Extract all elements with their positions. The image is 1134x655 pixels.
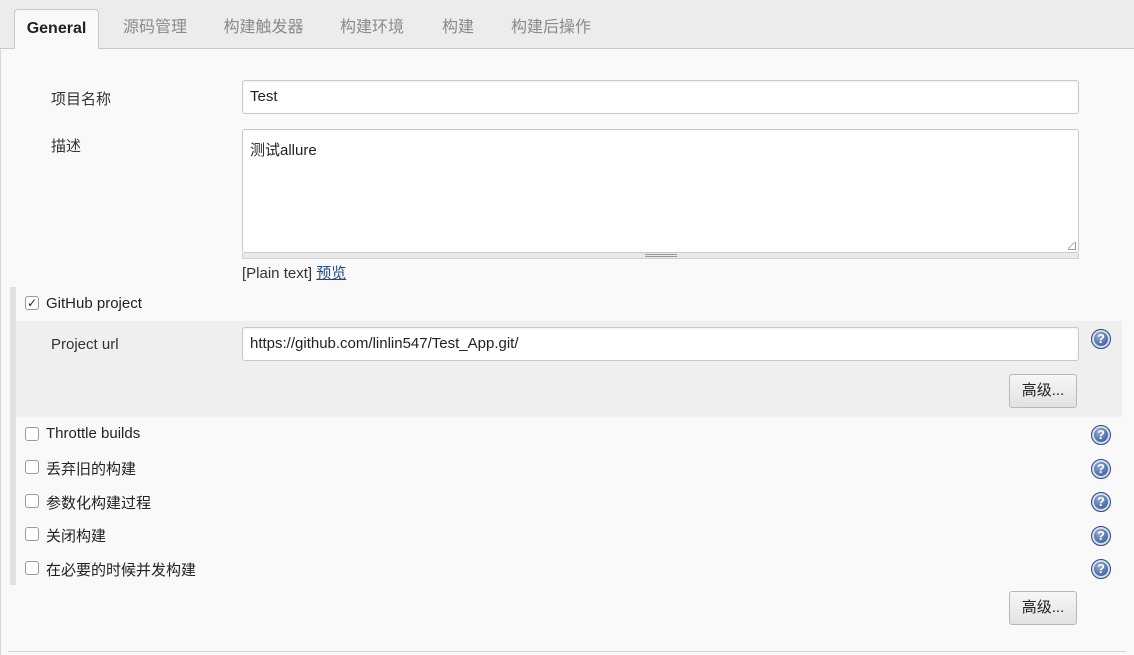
discard-old-builds-label: 丢弃旧的构建: [46, 461, 137, 478]
project-url-label: Project url: [51, 336, 119, 353]
github-project-checkbox[interactable]: ✓: [25, 296, 39, 310]
drag-grip-icon: [644, 254, 677, 257]
tab-general[interactable]: General: [14, 9, 99, 50]
parameterized-build-checkbox[interactable]: [25, 494, 39, 508]
tab-bar: General 源码管理 构建触发器 构建环境 构建 构建后操作: [0, 0, 1134, 50]
disable-build-label: 关闭构建: [46, 528, 107, 545]
concurrent-build-checkbox[interactable]: [25, 561, 39, 575]
github-project-label: GitHub project: [46, 295, 142, 312]
help-icon[interactable]: ?: [1091, 459, 1111, 479]
description-text: 测试allure: [250, 142, 317, 159]
help-icon[interactable]: ?: [1091, 526, 1111, 546]
tab-post-build[interactable]: 构建后操作: [500, 9, 602, 49]
format-label: [Plain text]: [242, 265, 313, 282]
project-name-label: 项目名称: [51, 91, 112, 108]
section-divider: [8, 651, 1126, 652]
tab-build-triggers[interactable]: 构建触发器: [212, 9, 315, 49]
parameterized-build-label: 参数化构建过程: [46, 495, 152, 512]
description-hint: [Plain text] 预览: [242, 262, 346, 283]
tab-build-environment[interactable]: 构建环境: [328, 9, 416, 49]
tab-build[interactable]: 构建: [430, 9, 486, 49]
help-icon[interactable]: ?: [1091, 425, 1111, 445]
throttle-builds-checkbox[interactable]: [25, 427, 39, 441]
disable-build-checkbox[interactable]: [25, 527, 39, 541]
resize-grip-icon[interactable]: [1068, 242, 1076, 250]
help-icon[interactable]: ?: [1091, 559, 1111, 579]
concurrent-build-label: 在必要的时候并发构建: [46, 562, 197, 579]
preview-link[interactable]: 预览: [316, 265, 346, 282]
textarea-drag-handle[interactable]: [242, 253, 1079, 259]
project-name-input[interactable]: Test: [242, 80, 1079, 114]
description-textarea[interactable]: 测试allure: [242, 129, 1079, 253]
github-advanced-button[interactable]: 高级...: [1009, 374, 1077, 408]
help-icon[interactable]: ?: [1091, 329, 1111, 349]
discard-old-builds-checkbox[interactable]: [25, 460, 39, 474]
project-url-input[interactable]: https://github.com/linlin547/Test_App.gi…: [242, 327, 1079, 361]
help-icon[interactable]: ?: [1091, 492, 1111, 512]
throttle-builds-label: Throttle builds: [46, 425, 141, 442]
description-label: 描述: [51, 138, 82, 155]
advanced-button[interactable]: 高级...: [1009, 591, 1077, 625]
tab-source-control[interactable]: 源码管理: [110, 9, 200, 49]
